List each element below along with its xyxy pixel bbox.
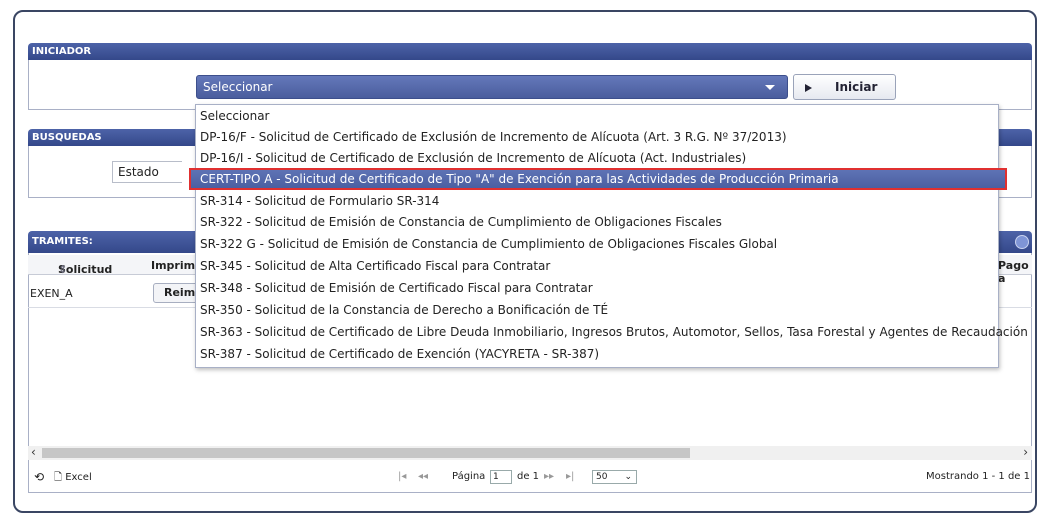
tramite-dropdown-list: Seleccionar DP-16/F - Solicitud de Certi…	[189, 104, 1028, 368]
sort-icon: ⇕	[58, 263, 68, 276]
pager: ⟲ 🗋 Excel |◂ ◂◂ Página 1 de 1 ▸▸ ▸| 50 ⌄…	[28, 467, 1032, 489]
page-size-select[interactable]: 50 ⌄	[592, 470, 637, 484]
page-label: Página	[452, 471, 486, 482]
reimprimir-button[interactable]: Reim	[153, 283, 198, 303]
estado-label: Estado	[118, 165, 159, 179]
dropdown-option[interactable]: DP-16/F - Solicitud de Certificado de Ex…	[200, 127, 787, 147]
dropdown-option[interactable]: SR-348 - Solicitud de Emisión de Certifi…	[200, 278, 593, 298]
horizontal-scrollbar[interactable]: ‹ ›	[28, 445, 1032, 460]
page-total: de 1	[517, 471, 540, 482]
next-page-icon[interactable]: ▸▸	[544, 471, 554, 482]
tramites-title: TRAMITES:	[32, 236, 93, 247]
dropdown-option[interactable]: SR-322 - Solicitud de Emisión de Constan…	[200, 212, 722, 232]
col-imprimir[interactable]: Imprimi	[151, 259, 199, 272]
prev-page-icon[interactable]: ◂◂	[418, 471, 428, 482]
chevron-down-icon	[765, 85, 775, 90]
dropdown-option[interactable]: SR-363 - Solicitud de Certificado de Lib…	[200, 322, 1028, 342]
scroll-left-icon[interactable]: ‹	[31, 445, 36, 459]
tramite-select-value: Seleccionar	[203, 80, 273, 94]
last-page-icon[interactable]: ▸|	[566, 471, 574, 482]
chevron-down-icon: ⌄	[624, 472, 632, 482]
dropdown-option[interactable]: DP-16/I - Solicitud de Certificado de Ex…	[200, 148, 746, 168]
dropdown-option[interactable]: Seleccionar	[200, 106, 269, 126]
dropdown-option[interactable]: SR-350 - Solicitud de la Constancia de D…	[200, 300, 608, 320]
page-input[interactable]: 1	[490, 470, 512, 484]
dropdown-option[interactable]: SR-387 - Solicitud de Certificado de Exe…	[200, 344, 599, 364]
excel-export[interactable]: 🗋 Excel	[54, 470, 92, 487]
scroll-thumb[interactable]	[42, 448, 690, 458]
dropdown-option[interactable]: SR-345 - Solicitud de Alta Certificado F…	[200, 256, 550, 276]
play-icon	[805, 84, 812, 92]
page-size-value: 50	[596, 472, 608, 482]
excel-label: Excel	[65, 472, 92, 483]
document-icon: 🗋	[54, 472, 63, 483]
busquedas-title: BUSQUEDAS	[32, 132, 102, 143]
first-page-icon[interactable]: |◂	[398, 471, 406, 482]
iniciar-label: Iniciar	[835, 80, 878, 94]
dropdown-option-highlighted[interactable]: CERT-TIPO A - Solicitud de Certificado d…	[189, 168, 1007, 190]
scroll-right-icon[interactable]: ›	[1023, 445, 1028, 459]
dropdown-option[interactable]: SR-322 G - Solicitud de Emisión de Const…	[200, 234, 777, 254]
collapse-icon[interactable]	[1015, 235, 1029, 249]
showing-count: Mostrando 1 - 1 de 1	[925, 471, 1030, 482]
tramite-select[interactable]: Seleccionar	[196, 75, 788, 99]
refresh-icon[interactable]: ⟲	[34, 470, 44, 484]
dropdown-option[interactable]: SR-314 - Solicitud de Formulario SR-314	[200, 191, 439, 211]
iniciar-button[interactable]: Iniciar	[793, 74, 896, 100]
cell-solicitud: EXEN_A	[30, 287, 73, 300]
iniciador-header: INICIADOR	[28, 43, 1032, 60]
iniciador-title: INICIADOR	[32, 46, 92, 57]
